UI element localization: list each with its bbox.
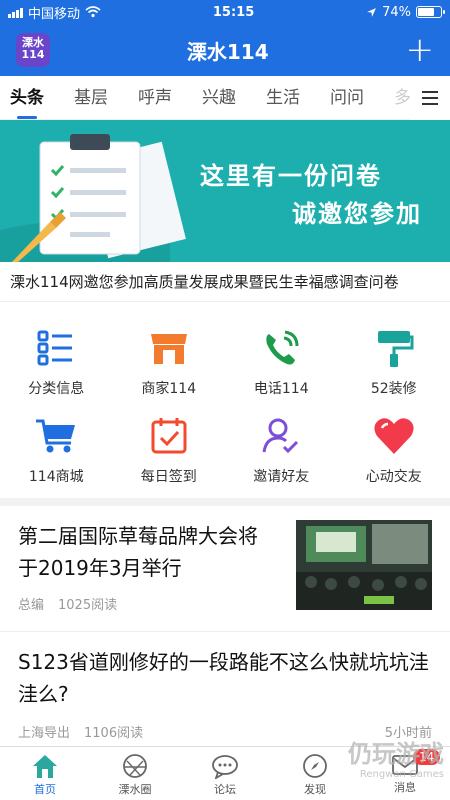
app-logo[interactable]: 溧水114: [16, 33, 50, 67]
wifi-icon: [85, 6, 101, 18]
grid-item-mall[interactable]: 114商城: [0, 402, 113, 490]
banner-line-1: 这里有一份问卷: [200, 162, 382, 190]
grid-label: 52装修: [370, 381, 417, 397]
nav-label: 消息: [394, 781, 416, 794]
logo-text: 溧水114: [21, 36, 45, 61]
article-author: 上海导出: [18, 726, 71, 741]
tab-2[interactable]: 呼声: [138, 76, 172, 120]
article-thumbnail: [296, 520, 432, 610]
article-author: 总编: [18, 598, 45, 613]
article-title: 第二届国际草莓品牌大会将于2019年3月举行: [18, 524, 258, 580]
nav-label: 发现: [304, 783, 326, 796]
tab-3[interactable]: 兴趣: [202, 76, 236, 120]
phone-icon: [259, 326, 303, 370]
grid-item-invite[interactable]: 邀请好友: [225, 402, 338, 490]
grid-label: 114商城: [28, 469, 84, 485]
nav-label: 论坛: [214, 783, 236, 796]
nav-circle[interactable]: 溧水圈: [90, 747, 180, 800]
nav-label: 溧水圈: [118, 783, 152, 796]
paint-roller-icon: [372, 326, 416, 370]
app-header: 溧水114 溧水114 +: [0, 24, 450, 76]
tab-6[interactable]: 多: [394, 76, 411, 120]
tab-0[interactable]: 头条: [10, 76, 44, 120]
grid-label: 分类信息: [28, 381, 85, 397]
tab-1[interactable]: 基层: [74, 76, 108, 120]
grid-label: 每日签到: [140, 469, 197, 485]
grid-item-checkin[interactable]: 每日签到: [113, 402, 226, 490]
clipboard-illustration: [0, 134, 186, 262]
status-bar: 中国移动 15:15 74%: [0, 0, 450, 24]
grid-label: 商家114: [141, 381, 197, 397]
heart-icon: [372, 414, 416, 458]
compass-icon: [303, 754, 327, 778]
channel-menu-button[interactable]: [410, 76, 450, 120]
grid-item-merchant[interactable]: 商家114: [113, 314, 226, 402]
section-divider: [0, 498, 450, 506]
tab-5[interactable]: 问问: [330, 76, 364, 120]
carrier-label: 中国移动: [28, 6, 81, 22]
watermark: 仍玩游戏 Rengwan Games: [348, 734, 444, 780]
channel-tabs: 头条 基层 呼声 兴趣 生活 问问 多: [0, 76, 450, 120]
watermark-subtitle: Rengwan Games: [359, 769, 444, 780]
article-reads: 1106阅读: [84, 726, 144, 741]
grid-label: 心动交友: [365, 469, 422, 485]
user-check-icon: [259, 414, 303, 458]
app-title: 溧水114: [186, 39, 269, 64]
signal-icon: [8, 7, 23, 18]
grid-item-decoration[interactable]: 52装修: [338, 314, 450, 402]
grid-label: 电话114: [253, 381, 309, 397]
grid-item-classified[interactable]: 分类信息: [0, 314, 113, 402]
battery-icon: [416, 6, 445, 18]
nav-label: 首页: [34, 783, 56, 796]
grid-label: 邀请好友: [253, 469, 310, 485]
survey-banner[interactable]: 这里有一份问卷 诚邀您参加: [0, 120, 450, 262]
article-reads: 1025阅读: [58, 598, 118, 613]
shop-icon: [147, 326, 191, 370]
add-button[interactable]: +: [406, 33, 435, 67]
tab-4[interactable]: 生活: [266, 76, 300, 120]
battery-percent: 74%: [382, 4, 411, 20]
nav-forum[interactable]: 论坛: [180, 747, 270, 800]
article-title: S123省道刚修好的一段路能不这么快就坑坑洼洼么?: [18, 650, 429, 706]
nav-home[interactable]: 首页: [0, 747, 90, 800]
calendar-check-icon: [147, 414, 191, 458]
banner-line-2: 诚邀您参加: [292, 200, 422, 228]
clock: 15:15: [212, 4, 255, 20]
grid-item-dating[interactable]: 心动交友: [338, 402, 450, 490]
banner-caption[interactable]: 溧水114网邀您参加高质量发展成果暨民生幸福感调查问卷: [0, 262, 450, 302]
cart-icon: [34, 414, 78, 458]
watermark-title: 仍玩游戏: [348, 740, 444, 768]
nav-discover[interactable]: 发现: [270, 747, 360, 800]
location-arrow-icon: [367, 7, 376, 17]
grid-item-phone[interactable]: 电话114: [225, 314, 338, 402]
service-grid: 分类信息 商家114 电话114 52装修 114商城 每日签到 邀请好友 心动…: [0, 302, 450, 498]
article-item[interactable]: 第二届国际草莓品牌大会将于2019年3月举行 总编 1025阅读: [0, 506, 450, 632]
home-icon: [33, 755, 57, 778]
circle-icon: [123, 754, 147, 778]
list-icon: [34, 326, 78, 370]
chat-icon: [212, 755, 238, 779]
